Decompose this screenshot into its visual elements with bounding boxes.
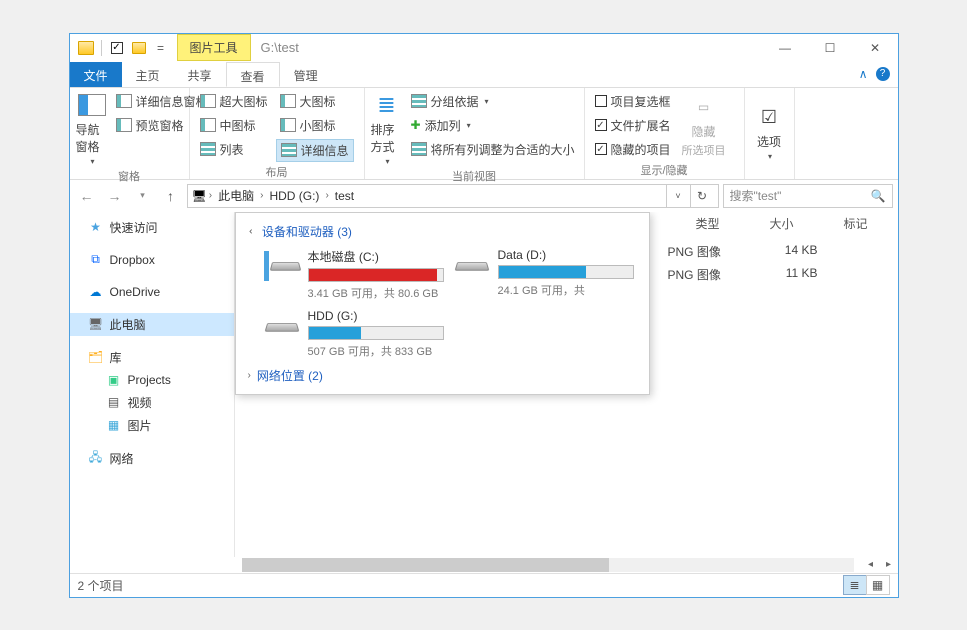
drive-icon bbox=[264, 309, 300, 345]
col-type[interactable]: 类型 bbox=[695, 215, 719, 232]
add-column-button[interactable]: ✚添加列▾ bbox=[407, 115, 579, 136]
drives-tooltip-popup: ⌄ 设备和驱动器 (3) 本地磁盘 (C:) 3.41 GB 可用，共 80.6… bbox=[235, 212, 650, 395]
close-button[interactable]: ✕ bbox=[853, 34, 898, 62]
status-text: 2 个项目 bbox=[78, 577, 124, 594]
drive-icon bbox=[264, 248, 300, 284]
view-extralarge[interactable]: 超大图标 bbox=[196, 91, 272, 112]
sidebar-library[interactable]: 🗂库 bbox=[70, 346, 234, 369]
col-size[interactable]: 大小 bbox=[769, 215, 793, 232]
hscrollbar[interactable]: ◂ ▸ bbox=[70, 557, 898, 573]
sidebar-pictures[interactable]: ▦图片 bbox=[70, 414, 234, 437]
sidebar-this-pc[interactable]: 🖥此电脑 bbox=[70, 313, 234, 336]
search-icon: 🔍 bbox=[871, 189, 886, 203]
forward-button[interactable]: → bbox=[103, 184, 127, 208]
table-row[interactable]: PNG 图像14 KB bbox=[668, 240, 888, 263]
tab-share[interactable]: 共享 bbox=[174, 62, 226, 87]
back-button[interactable]: ← bbox=[75, 184, 99, 208]
layout-group-label: 布局 bbox=[196, 162, 358, 180]
refresh-button[interactable]: ↻ bbox=[690, 185, 714, 207]
folder-icon bbox=[76, 38, 96, 58]
menu-bar: 文件 主页 共享 查看 管理 ∧ ? bbox=[70, 62, 898, 88]
view-large[interactable]: 大图标 bbox=[276, 91, 354, 112]
up-button[interactable]: ↑ bbox=[159, 184, 183, 208]
nav-pane-button[interactable]: 导航窗格 ▾ bbox=[76, 91, 108, 166]
sidebar-dropbox[interactable]: ⧉Dropbox bbox=[70, 249, 234, 271]
address-dropdown[interactable]: ˅ bbox=[666, 185, 690, 207]
tab-home[interactable]: 主页 bbox=[122, 62, 174, 87]
sidebar: ★快速访问 ⧉Dropbox ☁OneDrive 🖥此电脑 🗂库 ▣Projec… bbox=[70, 212, 235, 557]
status-bar: 2 个项目 ≣ ▦ bbox=[70, 573, 898, 597]
table-row[interactable]: PNG 图像11 KB bbox=[668, 263, 888, 286]
qa-dropdown[interactable]: = bbox=[151, 38, 171, 58]
minimize-button[interactable]: — bbox=[763, 34, 808, 62]
item-checkboxes-toggle[interactable]: 项目复选框 bbox=[591, 91, 675, 112]
context-tab[interactable]: 图片工具 bbox=[177, 34, 251, 61]
qa-new-folder[interactable] bbox=[129, 38, 149, 58]
sidebar-videos[interactable]: ▤视频 bbox=[70, 391, 234, 414]
sidebar-projects[interactable]: ▣Projects bbox=[70, 369, 234, 391]
hide-selected-button[interactable]: ▭ 隐藏 所选项目 bbox=[679, 91, 729, 160]
view-details-toggle[interactable]: ≣ bbox=[843, 575, 867, 595]
drive-item[interactable]: HDD (G:) 507 GB 可用，共 833 GB bbox=[264, 309, 444, 359]
address-box[interactable]: 🖥 › 此电脑 › HDD (G:) › test ˅ ↻ bbox=[187, 184, 719, 208]
search-input[interactable]: 搜索"test" 🔍 bbox=[723, 184, 893, 208]
address-bar: ← → ▾ ↑ 🖥 › 此电脑 › HDD (G:) › test ˅ ↻ 搜索… bbox=[70, 180, 898, 212]
sidebar-quick-access[interactable]: ★快速访问 bbox=[70, 216, 234, 239]
view-medium[interactable]: 中图标 bbox=[196, 115, 272, 136]
ribbon: 导航窗格 ▾ 详细信息窗格 预览窗格 窗格 超大图标 中图标 列表 大图标 bbox=[70, 88, 898, 180]
drive-icon bbox=[454, 248, 490, 284]
tab-file[interactable]: 文件 bbox=[70, 62, 122, 87]
help-icon[interactable]: ? bbox=[876, 67, 890, 81]
qa-properties[interactable]: ✓ bbox=[107, 38, 127, 58]
devices-section-header[interactable]: ⌄ 设备和驱动器 (3) bbox=[240, 219, 645, 244]
col-tags[interactable]: 标记 bbox=[843, 215, 867, 232]
window-title: G:\test bbox=[261, 40, 299, 55]
main-area: ★快速访问 ⧉Dropbox ☁OneDrive 🖥此电脑 🗂库 ▣Projec… bbox=[70, 212, 898, 557]
fit-columns-button[interactable]: 将所有列调整为合适的大小 bbox=[407, 139, 579, 160]
tab-view[interactable]: 查看 bbox=[226, 62, 280, 87]
nav-pane-label: 导航窗格 bbox=[76, 121, 108, 155]
show-hide-group-label: 显示/隐藏 bbox=[591, 160, 738, 178]
view-list[interactable]: 列表 bbox=[196, 139, 272, 160]
group-by-button[interactable]: 分组依据▾ bbox=[407, 91, 579, 112]
hidden-items-toggle[interactable]: ✓隐藏的项目 bbox=[591, 139, 675, 160]
options-button[interactable]: ☑ 选项 ▾ bbox=[751, 91, 788, 174]
view-icons-toggle[interactable]: ▦ bbox=[866, 575, 890, 595]
drive-item[interactable]: Data (D:) 24.1 GB 可用，共 bbox=[454, 248, 634, 301]
sidebar-onedrive[interactable]: ☁OneDrive bbox=[70, 281, 234, 303]
recent-dropdown[interactable]: ▾ bbox=[131, 184, 155, 208]
ribbon-collapse-icon[interactable]: ∧ bbox=[859, 67, 868, 81]
sort-by-button[interactable]: ≣ 排序方式 ▾ bbox=[371, 91, 403, 166]
view-details[interactable]: 详细信息 bbox=[276, 139, 354, 162]
crumb-folder[interactable]: test bbox=[331, 187, 358, 205]
pc-icon: 🖥 bbox=[192, 189, 207, 203]
view-small[interactable]: 小图标 bbox=[276, 115, 354, 136]
network-section-header[interactable]: › 网络位置 (2) bbox=[240, 363, 645, 388]
tab-manage[interactable]: 管理 bbox=[280, 62, 332, 87]
maximize-button[interactable]: ☐ bbox=[808, 34, 853, 62]
sidebar-network[interactable]: 🖧网络 bbox=[70, 447, 234, 470]
title-bar: ✓ = 图片工具 G:\test — ☐ ✕ bbox=[70, 34, 898, 62]
file-extensions-toggle[interactable]: ✓文件扩展名 bbox=[591, 115, 675, 136]
explorer-window: ✓ = 图片工具 G:\test — ☐ ✕ 文件 主页 共享 查看 管理 ∧ … bbox=[69, 33, 899, 598]
crumb-drive[interactable]: HDD (G:) bbox=[265, 187, 323, 205]
crumb-pc[interactable]: 此电脑 bbox=[214, 185, 258, 206]
drive-item[interactable]: 本地磁盘 (C:) 3.41 GB 可用，共 80.6 GB bbox=[264, 248, 444, 301]
